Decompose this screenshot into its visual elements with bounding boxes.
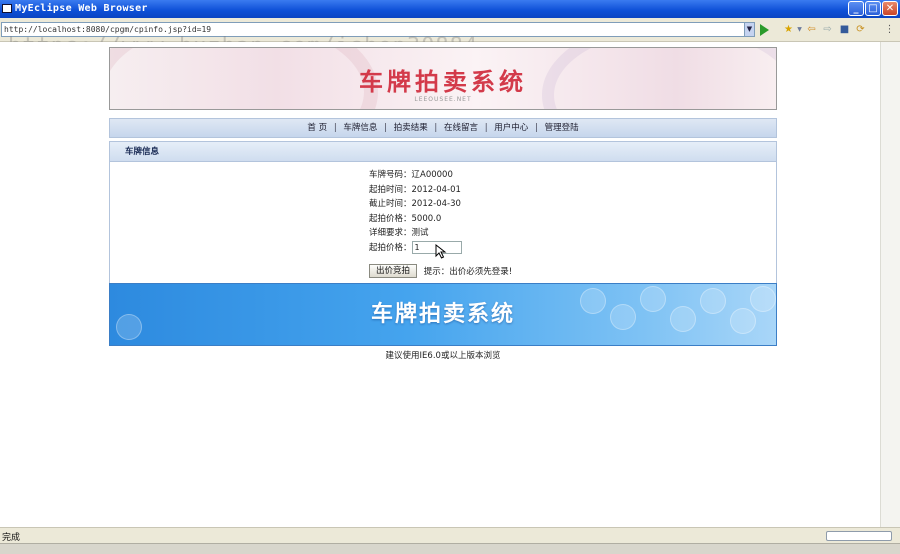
field-value: 5000.0: [411, 213, 442, 224]
field-value: 辽A00000: [411, 170, 453, 180]
footer-banner-title: 车牌拍卖系统: [370, 302, 515, 327]
refresh-icon[interactable]: ⟳: [855, 24, 866, 35]
site-subtitle: LEEOUSEE.NET: [414, 96, 472, 103]
url-input[interactable]: http://localhost:8080/cpgm/cpinfo.jsp?id…: [1, 22, 755, 37]
nav-separator: |: [333, 123, 337, 133]
login-hint: 提示：出价必须先登录!: [423, 267, 513, 277]
header-banner: 车牌拍卖系统 LEEOUSEE.NET: [109, 47, 777, 110]
field-label: 截止时间：: [369, 199, 412, 209]
browser-recommendation: 建议使用IE6.0或以上版本浏览: [385, 351, 501, 361]
status-text: 完成: [2, 533, 21, 543]
field-value: 2012-04-30: [411, 199, 461, 209]
panel-title: 车牌信息: [110, 142, 776, 162]
page-container: 车牌拍卖系统 LEEOUSEE.NET 首 页 | 车牌信息 | 拍卖结果 | …: [109, 47, 777, 361]
mouse-cursor-icon: [435, 244, 447, 259]
nav-online-message[interactable]: 在线留言: [444, 123, 478, 133]
nav-plate-info[interactable]: 车牌信息: [343, 123, 377, 133]
field-value: 测试: [411, 228, 429, 238]
toolbar-overflow-icon[interactable]: ⋮: [884, 24, 895, 35]
favorites-dropdown-icon[interactable]: ▼: [794, 24, 805, 35]
nav-admin-login[interactable]: 管理登陆: [545, 123, 579, 133]
nav-separator: |: [434, 123, 438, 133]
field-label: 起拍价格：: [369, 213, 412, 224]
browser-app-icon: [2, 4, 12, 13]
window-title: MyEclipse Web Browser: [15, 3, 148, 14]
forward-arrow-icon[interactable]: ⇨: [822, 24, 833, 35]
main-nav: 首 页 | 车牌信息 | 拍卖结果 | 在线留言 | 用户中心 | 管理登陆: [109, 118, 777, 138]
nav-separator: |: [384, 123, 387, 133]
nav-separator: |: [484, 123, 488, 133]
url-dropdown-icon[interactable]: ▼: [744, 23, 754, 36]
site-title: 车牌拍卖系统: [359, 67, 527, 96]
field-plate-number: 车牌号码：辽A00000: [369, 168, 462, 183]
bid-label: 起拍价格：: [369, 242, 412, 253]
field-end-time: 截止时间：2012-04-30: [369, 197, 462, 212]
nav-auction-results[interactable]: 拍卖结果: [394, 123, 428, 133]
field-requirements: 详细要求：测试: [369, 226, 462, 241]
go-arrow-icon[interactable]: [760, 24, 769, 36]
footer-banner: 车牌拍卖系统: [109, 283, 777, 346]
plate-info-panel: 车牌信息 车牌号码：辽A00000 起拍时间：2012-04-01 截止时间：2…: [109, 141, 777, 283]
field-label: 详细要求：: [369, 228, 412, 238]
page-viewport: 车牌拍卖系统 LEEOUSEE.NET 首 页 | 车牌信息 | 拍卖结果 | …: [0, 42, 880, 527]
status-bar: 完成: [0, 527, 900, 543]
stop-icon[interactable]: ■: [839, 24, 850, 35]
place-bid-button[interactable]: 出价竞拍: [369, 264, 418, 278]
field-bid-price: 起拍价格： 1: [369, 240, 462, 256]
nav-separator: |: [535, 123, 538, 133]
field-start-time: 起拍时间：2012-04-01: [369, 183, 462, 198]
vertical-scrollbar[interactable]: [880, 42, 900, 527]
back-arrow-icon[interactable]: ⇦: [806, 24, 817, 35]
field-start-price: 起拍价格：5000.0: [369, 212, 462, 227]
address-toolbar: http://localhost:8080/cpgm/cpinfo.jsp?id…: [0, 18, 900, 59]
bottom-strip: [0, 543, 900, 554]
minimize-button[interactable]: _: [848, 1, 864, 16]
nav-user-center[interactable]: 用户中心: [494, 123, 528, 133]
bid-action-row: 出价竞拍 提示：出价必须先登录!: [369, 264, 512, 278]
field-label: 车牌号码：: [369, 170, 412, 180]
field-value: 2012-04-01: [411, 184, 461, 195]
maximize-button[interactable]: □: [865, 1, 881, 16]
nav-home[interactable]: 首 页: [307, 123, 327, 133]
plate-fields: 车牌号码：辽A00000 起拍时间：2012-04-01 截止时间：2012-0…: [369, 168, 462, 255]
progress-bar: [826, 531, 892, 541]
window-titlebar: MyEclipse Web Browser _ □ ✕: [0, 0, 900, 18]
close-button[interactable]: ✕: [882, 1, 898, 16]
field-label: 起拍时间：: [369, 184, 412, 195]
favorites-star-icon[interactable]: ★: [783, 24, 794, 35]
